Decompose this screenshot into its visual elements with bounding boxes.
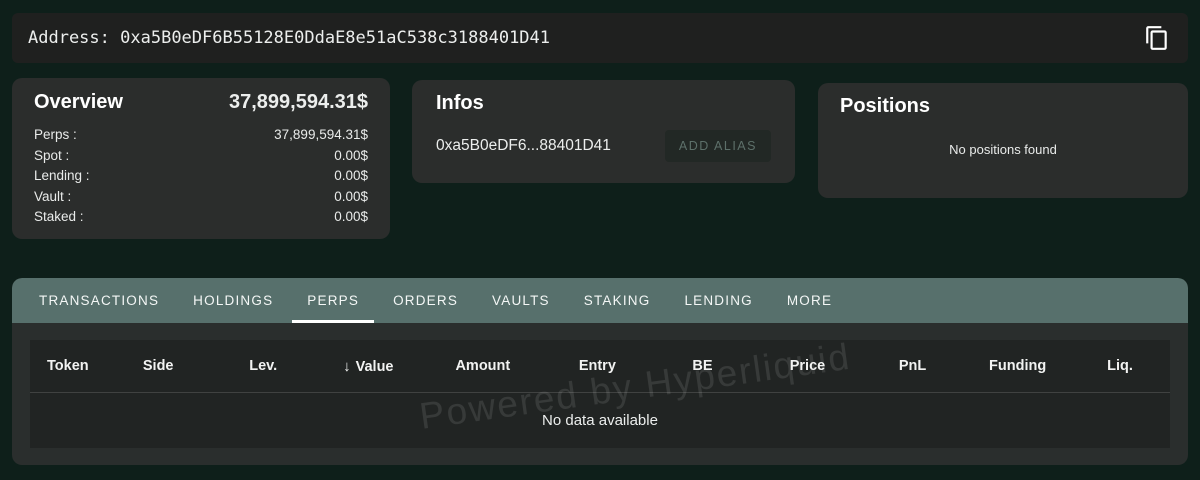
stat-label: Vault : — [34, 187, 71, 208]
column-header-price[interactable]: Price — [755, 358, 860, 374]
overview-card: Overview 37,899,594.31$ Perps : 37,899,5… — [12, 78, 390, 239]
positions-title: Positions — [840, 95, 1166, 118]
column-header-value-label: Value — [356, 359, 394, 375]
tab-staking[interactable]: STAKING — [567, 278, 668, 323]
address-prefix: Address: — [28, 28, 110, 48]
column-header-token[interactable]: Token — [30, 358, 106, 374]
short-address: 0xa5B0eDF6...88401D41 — [436, 137, 611, 155]
tab-vaults[interactable]: VAULTS — [475, 278, 567, 323]
add-alias-button[interactable]: ADD ALIAS — [665, 130, 771, 162]
overview-title: Overview — [34, 91, 123, 114]
overview-row-spot: Spot : 0.00$ — [34, 146, 368, 167]
column-header-funding[interactable]: Funding — [965, 358, 1070, 374]
address-label: Address: 0xa5B0eDF6B55128E0DdaE8e51aC538… — [28, 28, 550, 48]
tab-transactions[interactable]: TRANSACTIONS — [22, 278, 176, 323]
column-header-liq[interactable]: Liq. — [1070, 358, 1170, 374]
column-header-value[interactable]: ↓ Value — [316, 358, 421, 375]
tab-bar: TRANSACTIONS HOLDINGS PERPS ORDERS VAULT… — [12, 278, 1188, 323]
stat-label: Staked : — [34, 207, 84, 228]
infos-card: Infos 0xa5B0eDF6...88401D41 ADD ALIAS — [412, 80, 795, 183]
positions-card: Positions No positions found — [818, 83, 1188, 198]
stat-value: 37,899,594.31$ — [274, 125, 368, 146]
tab-perps[interactable]: PERPS — [290, 278, 376, 323]
copy-icon — [1144, 25, 1170, 51]
stat-value: 0.00$ — [334, 207, 368, 228]
column-header-amount[interactable]: Amount — [421, 358, 545, 374]
tab-lending[interactable]: LENDING — [667, 278, 769, 323]
column-header-side[interactable]: Side — [106, 358, 211, 374]
stat-label: Lending : — [34, 166, 90, 187]
perps-table-header: Token Side Lev. ↓ Value Amount Entry BE P… — [30, 340, 1170, 393]
stat-label: Spot : — [34, 146, 69, 167]
no-data-message: No data available — [542, 412, 658, 429]
column-header-lev[interactable]: Lev. — [211, 358, 316, 374]
column-header-pnl[interactable]: PnL — [860, 358, 965, 374]
column-header-entry[interactable]: Entry — [545, 358, 650, 374]
column-header-be[interactable]: BE — [650, 358, 755, 374]
stat-value: 0.00$ — [334, 187, 368, 208]
sort-descending-icon: ↓ — [343, 358, 351, 375]
overview-row-staked: Staked : 0.00$ — [34, 207, 368, 228]
perps-table-empty-row: No data available — [30, 393, 1170, 447]
tab-holdings[interactable]: HOLDINGS — [176, 278, 290, 323]
address-value: 0xa5B0eDF6B55128E0DdaE8e51aC538c3188401D… — [120, 28, 550, 48]
overview-total-value: 37,899,594.31$ — [229, 91, 368, 114]
infos-title: Infos — [436, 92, 771, 115]
stat-value: 0.00$ — [334, 146, 368, 167]
address-bar: Address: 0xa5B0eDF6B55128E0DdaE8e51aC538… — [12, 13, 1188, 63]
overview-row-vault: Vault : 0.00$ — [34, 187, 368, 208]
positions-empty-message: No positions found — [840, 142, 1166, 157]
tab-orders[interactable]: ORDERS — [376, 278, 475, 323]
perps-table: Token Side Lev. ↓ Value Amount Entry BE P… — [30, 340, 1170, 448]
portfolio-panel: TRANSACTIONS HOLDINGS PERPS ORDERS VAULT… — [12, 278, 1188, 465]
tab-more[interactable]: MORE — [770, 278, 849, 323]
stat-value: 0.00$ — [334, 166, 368, 187]
overview-row-lending: Lending : 0.00$ — [34, 166, 368, 187]
stat-label: Perps : — [34, 125, 77, 146]
copy-address-button[interactable] — [1142, 23, 1172, 53]
overview-row-perps: Perps : 37,899,594.31$ — [34, 125, 368, 146]
